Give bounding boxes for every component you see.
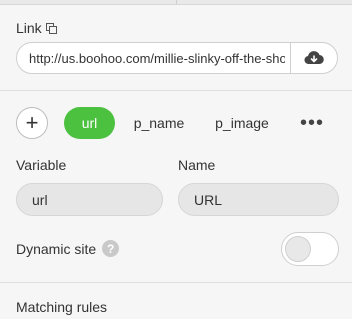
dynamic-site-label: Dynamic site (16, 240, 97, 257)
tab-p-image[interactable]: p_image (214, 107, 270, 139)
section-divider (0, 282, 352, 283)
variable-input[interactable]: url (16, 183, 163, 216)
link-label-text: Link (16, 20, 42, 36)
top-bar (0, 0, 352, 5)
variable-label: Variable (16, 157, 67, 173)
dynamic-site-toggle[interactable] (281, 232, 339, 266)
url-input-value[interactable]: http://us.boohoo.com/millie-slinky-off-t… (29, 51, 285, 66)
top-bar-separator (176, 0, 177, 4)
toggle-knob (285, 236, 311, 262)
cloud-download-button[interactable] (290, 43, 337, 73)
name-input[interactable]: URL (178, 183, 339, 216)
more-options-button[interactable]: ••• (300, 112, 324, 134)
dynamic-site-row: Dynamic site ? (16, 240, 120, 257)
url-field[interactable]: http://us.boohoo.com/millie-slinky-off-t… (16, 42, 338, 74)
section-divider (0, 90, 352, 91)
tab-p-name[interactable]: p_name (132, 107, 186, 139)
copy-icon[interactable] (45, 22, 57, 34)
help-icon[interactable]: ? (102, 240, 120, 257)
matching-rules-label: Matching rules (16, 299, 108, 315)
name-label: Name (178, 157, 216, 173)
cloud-download-icon (304, 51, 324, 65)
tab-url[interactable]: url (64, 107, 115, 139)
link-label: Link (16, 20, 57, 36)
add-variable-button[interactable]: + (16, 107, 48, 139)
